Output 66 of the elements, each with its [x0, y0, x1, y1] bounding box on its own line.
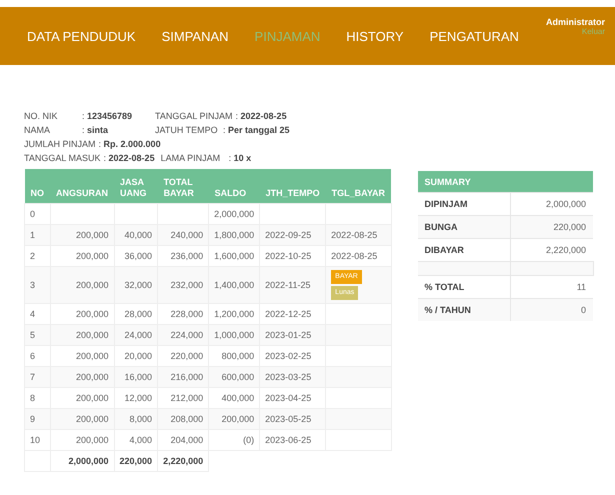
table-cell: 232,000 [158, 266, 209, 304]
info-label: JUMLAH PINJAM [24, 139, 96, 149]
column-header: JTH_TEMPO [260, 169, 326, 204]
table-cell: 200,000 [50, 408, 114, 430]
table-cell: 8,000 [114, 408, 158, 430]
table-cell: 2022-08-25 [326, 224, 392, 246]
info-label: JATUH TEMPO [155, 125, 219, 135]
summary-label: % / TAHUN [418, 298, 510, 321]
info-value: : 2022-08-25 [236, 111, 287, 121]
info-value: : 123456789 [82, 111, 132, 121]
table-cell: 9 [24, 408, 50, 430]
info-value: : 2022-08-25 [104, 153, 155, 163]
nav-link[interactable]: DATA PENDUDUK [27, 28, 136, 44]
table-cell: 2023-05-25 [260, 408, 326, 430]
info-label: TANGGAL MASUK [24, 153, 101, 163]
table-cell: 224,000 [158, 324, 209, 346]
table-cell: 208,000 [158, 408, 209, 430]
table-cell: 32,000 [114, 266, 158, 304]
table-cell: 200,000 [208, 408, 260, 430]
summary-value: 220,000 [510, 216, 594, 238]
column-header: TGL_BAYAR [326, 169, 392, 204]
table-cell: 40,000 [114, 224, 158, 246]
table-cell: 2023-03-25 [260, 366, 326, 388]
nav-link[interactable]: SIMPANAN [162, 28, 229, 44]
info-label: NO. NIK [24, 111, 59, 121]
table-cell: 2023-01-25 [260, 324, 326, 346]
info-value: : 10 x [228, 153, 252, 163]
table-cell: 7 [24, 366, 50, 388]
info-label: LAMA PINJAM [160, 153, 222, 163]
total-cell: 2,220,000 [158, 450, 209, 472]
summary-value: 0 [510, 298, 594, 321]
nav-link[interactable]: HISTORY [346, 28, 404, 44]
table-cell: 200,000 [50, 224, 114, 246]
info-value: : Rp. 2.000.000 [98, 139, 161, 149]
table-cell: 240,000 [158, 224, 209, 246]
info-value: : Per tanggal 25 [223, 125, 290, 135]
column-header: TOTAL BAYAR [158, 169, 209, 204]
summary-header: SUMMARY [418, 171, 594, 192]
table-cell: 200,000 [50, 324, 114, 346]
table-cell: 1 [24, 224, 50, 246]
total-cell: 2,000,000 [50, 450, 114, 472]
table-cell: 1,400,000 [208, 266, 260, 304]
table-cell: 200,000 [50, 266, 114, 304]
column-header: NO [24, 169, 50, 204]
table-cell: 16,000 [114, 366, 158, 388]
info-label: TANGGAL PINJAM [155, 111, 233, 121]
table-cell: 1,000,000 [208, 324, 260, 346]
table-cell: 600,000 [208, 366, 260, 388]
table-cell: 1,800,000 [208, 224, 260, 246]
column-header: JASA UANG [114, 169, 158, 204]
summary-label: BUNGA [418, 216, 510, 238]
table-cell: 0 [24, 204, 50, 224]
table-cell: 2022-09-25 [260, 224, 326, 246]
table-cell: 216,000 [158, 366, 209, 388]
user-name: Administrator [546, 17, 605, 27]
column-header: SALDO [208, 169, 260, 204]
nav-link[interactable]: PENGATURAN [430, 28, 519, 44]
info-label: NAMA [24, 125, 52, 135]
info-value: : sinta [82, 125, 108, 135]
column-header: ANGSURAN [50, 169, 114, 204]
total-cell: 220,000 [114, 450, 158, 472]
table-cell: 5 [24, 324, 50, 346]
table-cell: 200,000 [50, 366, 114, 388]
table-cell: 24,000 [114, 324, 158, 346]
table-cell: 2022-11-25 [260, 266, 326, 304]
table-cell: 3 [24, 266, 50, 304]
